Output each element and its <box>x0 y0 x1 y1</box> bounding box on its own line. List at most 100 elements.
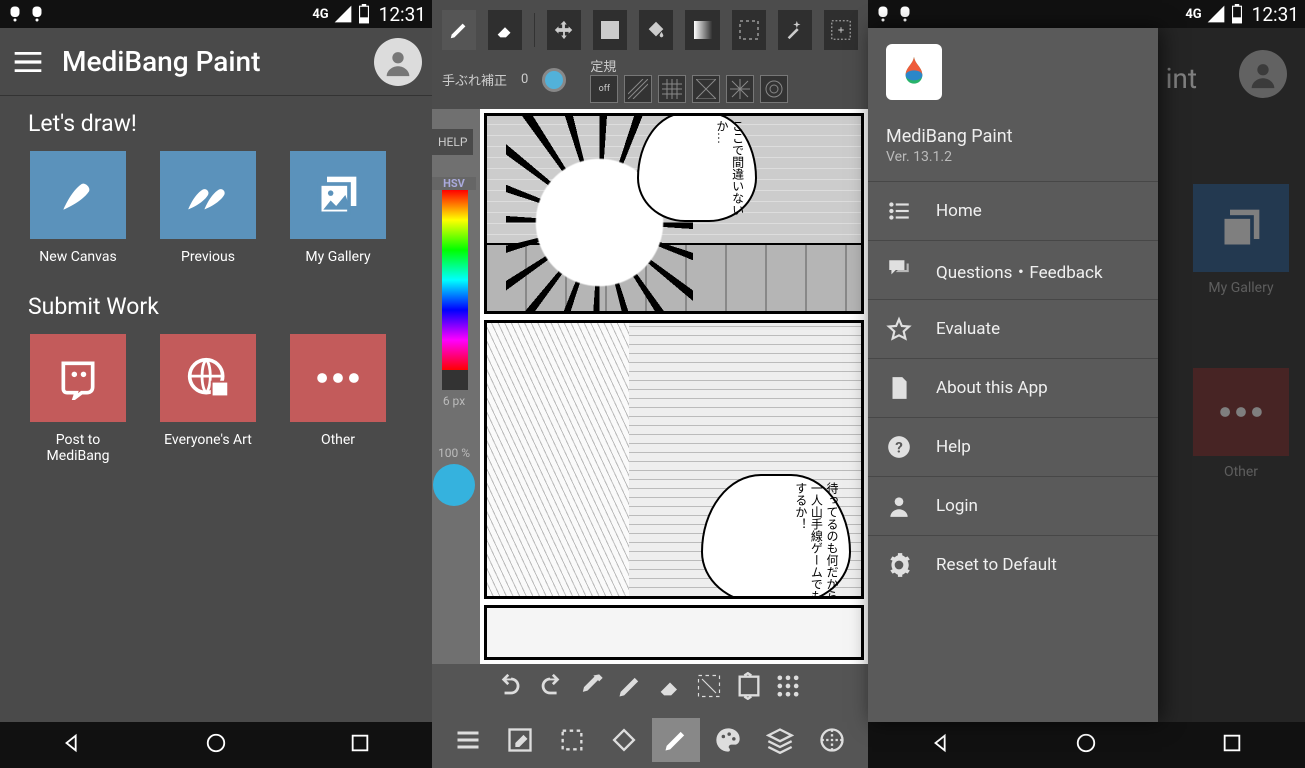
nav-back[interactable] <box>61 732 83 758</box>
tile-label: Previous <box>181 249 235 265</box>
shape-tool[interactable] <box>593 10 627 50</box>
signal-icon <box>333 4 353 24</box>
layers-button[interactable] <box>756 718 804 762</box>
notif-icon <box>28 5 46 23</box>
screenshot-home: 4G 12:31 MediBang Paint Let's draw! <box>0 0 432 768</box>
clock: 12:31 <box>379 3 426 26</box>
editor-bottom-toolbar <box>432 712 868 768</box>
stabilizer-label: 手ぶれ補正 <box>442 70 507 89</box>
bubble-text: ここで間違いないか… <box>713 120 744 220</box>
help-button[interactable]: HELP <box>432 129 473 155</box>
redo-button[interactable] <box>537 672 565 704</box>
screenshot-drawer: 4G 12:31 int My Gallery Other MediBang P… <box>868 0 1305 768</box>
nav-drawer: MediBang Paint Ver. 13.1.2 Home Question… <box>868 28 1158 722</box>
select-tool[interactable] <box>732 10 766 50</box>
nav-recent[interactable] <box>349 732 371 758</box>
tile-label: My Gallery <box>305 249 370 265</box>
nav-home[interactable] <box>205 732 227 758</box>
drawer-item-reset[interactable]: Reset to Default <box>868 535 1158 594</box>
screenshot-editor: 手ぶれ補正 0 定規 off <box>432 0 868 768</box>
drawer-item-label: Help <box>936 437 971 457</box>
view-button[interactable] <box>808 718 856 762</box>
drawer-item-help[interactable]: ? Help <box>868 417 1158 476</box>
drawer-item-home[interactable]: Home <box>868 181 1158 240</box>
rotate-button[interactable] <box>600 718 648 762</box>
expand-tool[interactable] <box>824 10 858 50</box>
undo-button[interactable] <box>498 672 526 704</box>
drawer-item-label: Evaluate <box>936 319 1000 339</box>
ruler-vanish[interactable] <box>692 75 720 103</box>
brush-size[interactable]: 6 px <box>432 394 476 408</box>
previous-tile[interactable] <box>160 151 256 239</box>
notif-icon <box>896 5 914 23</box>
everyones-art-tile[interactable] <box>160 334 256 422</box>
move-tool[interactable] <box>547 10 581 50</box>
ruler-circle[interactable] <box>760 75 788 103</box>
drawer-item-label: Login <box>936 496 978 516</box>
my-gallery-tile[interactable] <box>290 151 386 239</box>
speech-bubble: ここで間違いないか… <box>637 113 757 222</box>
post-medibang-tile[interactable] <box>30 334 126 422</box>
gradient-tool[interactable] <box>685 10 719 50</box>
other-tile[interactable] <box>290 334 386 422</box>
current-color[interactable] <box>433 464 475 506</box>
app-header: MediBang Paint <box>0 28 432 96</box>
drawer-item-evaluate[interactable]: Evaluate <box>868 299 1158 358</box>
eraser-button[interactable] <box>656 672 684 704</box>
nav-recent[interactable] <box>1221 732 1243 758</box>
brush-opacity[interactable]: 100 % <box>432 446 476 460</box>
ruler-grid[interactable] <box>658 75 686 103</box>
editor-mid-toolbar <box>432 664 868 712</box>
ruler-label: 定規 <box>590 60 616 75</box>
editor-top-toolbar: 手ぶれ補正 0 定規 off <box>432 0 868 109</box>
selection-button[interactable] <box>548 718 596 762</box>
drawer-item-login[interactable]: Login <box>868 476 1158 535</box>
drawer-item-feedback[interactable]: Questions・Feedback <box>868 240 1158 299</box>
transform-button[interactable] <box>735 672 763 704</box>
canvas-area[interactable]: ここで間違いないか… 待ってるのも何だから一人山手線ゲームでもするか！ HELP <box>432 109 868 664</box>
app-title: MediBang Paint <box>62 45 260 78</box>
new-canvas-tile[interactable] <box>30 151 126 239</box>
drawer-item-label: Questions・Feedback <box>936 258 1103 283</box>
brush-tool[interactable] <box>442 10 476 50</box>
wand-tool[interactable] <box>778 10 812 50</box>
deselect-button[interactable] <box>695 672 723 704</box>
signal-icon <box>1206 4 1226 24</box>
nav-home[interactable] <box>1075 732 1097 758</box>
bubble-text: 待ってるのも何だから一人山手線ゲームでもするか！ <box>792 482 839 599</box>
ruler-off[interactable]: off <box>590 75 618 103</box>
ruler-radial[interactable] <box>726 75 754 103</box>
drawer-app-name: MediBang Paint <box>886 126 1140 147</box>
battery-icon <box>1230 4 1244 24</box>
eyedropper-button[interactable] <box>577 672 605 704</box>
brush-panel-button[interactable] <box>652 718 700 762</box>
grid-button[interactable] <box>774 672 802 704</box>
palette-button[interactable] <box>704 718 752 762</box>
speech-bubble: 待ってるのも何だから一人山手線ゲームでもするか！ <box>701 474 851 599</box>
bucket-tool[interactable] <box>639 10 673 50</box>
section-lets-draw: Let's draw! <box>28 110 404 137</box>
hue-slider[interactable] <box>442 190 468 390</box>
notif-icon <box>874 5 892 23</box>
drawer-item-label: Reset to Default <box>936 555 1057 575</box>
pen-button[interactable] <box>616 672 644 704</box>
tile-label: Everyone's Art <box>164 432 252 448</box>
clock: 12:31 <box>1252 3 1299 26</box>
edit-button[interactable] <box>496 718 544 762</box>
section-submit-work: Submit Work <box>28 293 404 320</box>
stabilizer-value: 0 <box>521 72 528 87</box>
status-bar: 4G 12:31 <box>0 0 432 28</box>
avatar-button[interactable] <box>374 38 422 86</box>
nav-back[interactable] <box>930 732 952 758</box>
stabilizer-knob[interactable] <box>542 68 566 92</box>
ruler-parallel[interactable] <box>624 75 652 103</box>
network-label: 4G <box>312 7 328 22</box>
status-bar: 4G 12:31 <box>868 0 1305 28</box>
hsv-label[interactable]: HSV <box>432 177 476 190</box>
tile-label: Other <box>321 432 355 448</box>
menu-button[interactable] <box>10 44 46 80</box>
drawer-item-label: About this App <box>936 378 1048 398</box>
eraser-tool[interactable] <box>488 10 522 50</box>
menu-button[interactable] <box>444 718 492 762</box>
drawer-item-about[interactable]: About this App <box>868 358 1158 417</box>
